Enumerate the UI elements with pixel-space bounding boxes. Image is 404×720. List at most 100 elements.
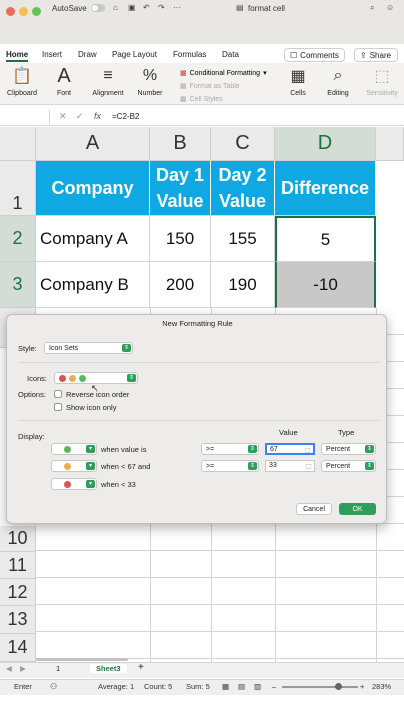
bottom-area xyxy=(0,695,404,720)
share-button[interactable]: ⇪ Share xyxy=(354,48,398,62)
range-select-icon[interactable]: ⬚ xyxy=(305,446,312,454)
undo-icon[interactable]: ↶ xyxy=(143,3,150,12)
rule2-icon-select[interactable]: ▾ xyxy=(51,460,97,472)
row-header-12[interactable]: 12 xyxy=(0,579,36,606)
ok-button[interactable]: OK xyxy=(339,503,376,515)
font-label: Font xyxy=(56,90,71,97)
rule1-value-input[interactable]: 67 ⬚ xyxy=(265,443,315,455)
column-header-c[interactable]: C xyxy=(211,127,275,161)
column-header-e[interactable] xyxy=(376,127,404,161)
column-header-d[interactable]: D xyxy=(275,127,376,161)
green-circle-icon xyxy=(64,445,71,453)
rule2-type: Percent xyxy=(326,462,351,470)
cancel-icon[interactable]: ✕ xyxy=(59,111,67,122)
clipboard-label: Clipboard xyxy=(7,90,37,97)
page-layout-view-icon[interactable]: ▤ xyxy=(238,682,245,691)
accessibility-icon[interactable]: ⚇ xyxy=(50,682,57,691)
zoom-in-icon[interactable]: + xyxy=(360,682,364,691)
confirm-icon[interactable]: ✓ xyxy=(76,111,84,122)
sensitivity-group[interactable]: ⬚ Sensitivity xyxy=(362,66,402,97)
font-group[interactable]: A Font xyxy=(44,65,84,98)
number-group[interactable]: % Number xyxy=(130,66,170,97)
comments-button[interactable]: ☐ Comments xyxy=(284,48,345,62)
select-all-corner[interactable] xyxy=(0,127,36,161)
cell-c3[interactable]: 190 xyxy=(211,262,275,308)
row-header-3[interactable]: 3 xyxy=(0,262,36,308)
tab-formulas[interactable]: Formulas xyxy=(173,50,206,59)
normal-view-icon[interactable]: ▦ xyxy=(222,682,229,691)
cell-d2[interactable]: 5 xyxy=(275,216,376,262)
row-header-2[interactable]: 2 xyxy=(0,216,36,262)
column-header-b[interactable]: B xyxy=(150,127,211,161)
tab-insert[interactable]: Insert xyxy=(42,50,62,59)
rule2-type-select[interactable]: Percent ⇕ xyxy=(321,460,376,472)
formula-input[interactable]: =C2-B2 xyxy=(112,112,139,121)
account-icon[interactable]: ☺ xyxy=(386,3,394,12)
reverse-icon-order-checkbox[interactable] xyxy=(54,390,62,398)
redo-icon[interactable]: ↷ xyxy=(158,3,165,12)
scroll-right-icon[interactable]: ▶ xyxy=(20,664,26,673)
editing-group[interactable]: ⌕ Editing xyxy=(318,66,358,97)
save-icon[interactable]: ▣ xyxy=(128,3,136,12)
row-header-14[interactable]: 14 xyxy=(0,634,36,662)
sheet-tab-sheet3[interactable]: Sheet3 xyxy=(90,664,127,673)
column-header-a[interactable]: A xyxy=(36,127,150,161)
autosave-toggle[interactable] xyxy=(91,4,105,12)
zoom-level[interactable]: 283% xyxy=(372,682,391,691)
function-icon[interactable]: fx xyxy=(94,111,101,121)
search-icon[interactable]: ⌕ xyxy=(370,3,374,13)
more-icon[interactable]: ··· xyxy=(173,3,181,12)
cell-c2[interactable]: 155 xyxy=(211,216,275,262)
cells-group[interactable]: ▦ Cells xyxy=(278,66,318,97)
header-day1[interactable]: Day 1 Value xyxy=(150,161,211,216)
horizontal-scrollbar[interactable] xyxy=(36,658,128,661)
cell-a3[interactable]: Company B xyxy=(36,262,150,308)
conditional-formatting-button[interactable]: ▦ Conditional Formatting ▾ xyxy=(180,69,267,78)
scroll-left-icon[interactable]: ◀ xyxy=(6,664,12,673)
header-day2[interactable]: Day 2 Value xyxy=(211,161,275,216)
page-break-view-icon[interactable]: ▥ xyxy=(254,682,261,691)
header-difference[interactable]: Difference xyxy=(275,161,376,216)
name-box[interactable] xyxy=(0,110,50,124)
sheet-tab-1[interactable]: 1 xyxy=(56,664,60,673)
cancel-button[interactable]: Cancel xyxy=(296,503,332,515)
zoom-out-icon[interactable]: – xyxy=(272,682,276,691)
row-header-11[interactable]: 11 xyxy=(0,552,36,579)
rule2-operator-select[interactable]: >= ⇕ xyxy=(201,460,259,472)
format-as-table-button[interactable]: ▦ Format as Table xyxy=(180,82,240,91)
style-select[interactable]: Icon Sets ⇕ xyxy=(44,342,133,354)
tab-home[interactable]: Home xyxy=(6,50,29,62)
zoom-window-icon[interactable] xyxy=(32,7,41,16)
rule2-operator: >= xyxy=(206,462,215,470)
header-company[interactable]: Company xyxy=(36,161,150,216)
yellow-circle-icon xyxy=(69,374,76,382)
rule1-value: 67 xyxy=(270,446,278,453)
home-icon[interactable]: ⌂ xyxy=(113,3,118,12)
row-header-13[interactable]: 13 xyxy=(0,606,36,634)
show-icon-only-checkbox[interactable] xyxy=(54,403,62,411)
rule3-icon-select[interactable]: ▾ xyxy=(51,478,97,490)
cell-styles-button[interactable]: ▦ Cell Styles xyxy=(180,95,223,104)
rule1-operator-select[interactable]: >= ⇕ xyxy=(201,443,259,455)
zoom-slider-thumb[interactable] xyxy=(335,683,342,690)
tab-page-layout[interactable]: Page Layout xyxy=(112,50,157,59)
rule2-value-input[interactable]: 33 ⬚ xyxy=(265,460,315,472)
close-window-icon[interactable] xyxy=(6,7,15,16)
cell-d3[interactable]: -10 xyxy=(275,262,376,308)
minimize-window-icon[interactable] xyxy=(19,7,28,16)
tab-data[interactable]: Data xyxy=(222,50,239,59)
cell-b3[interactable]: 200 xyxy=(150,262,211,308)
clipboard-group[interactable]: 📋 Clipboard xyxy=(2,66,42,97)
rule1-type-select[interactable]: Percent ⇕ xyxy=(321,443,376,455)
row-header-10[interactable]: 10 xyxy=(0,526,36,552)
rule1-icon-select[interactable]: ▾ xyxy=(51,443,97,455)
cell-b2[interactable]: 150 xyxy=(150,216,211,262)
alignment-group[interactable]: ≡ Alignment xyxy=(88,66,128,97)
row-header-1[interactable]: 1 xyxy=(0,161,36,216)
tab-draw[interactable]: Draw xyxy=(78,50,97,59)
separator xyxy=(19,362,379,363)
add-sheet-button[interactable]: + xyxy=(138,662,144,673)
range-select-icon[interactable]: ⬚ xyxy=(306,462,313,470)
zoom-slider[interactable] xyxy=(282,686,358,688)
cell-a2[interactable]: Company A xyxy=(36,216,150,262)
